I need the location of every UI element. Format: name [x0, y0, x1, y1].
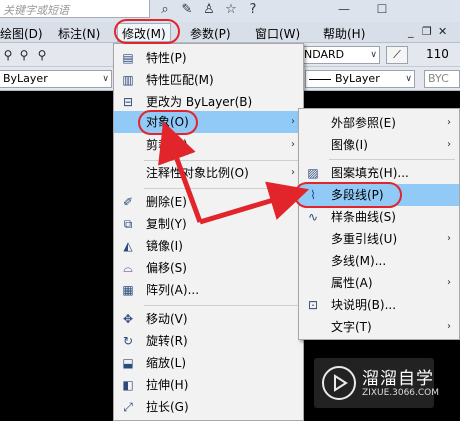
arrow-to-object	[158, 121, 203, 223]
play-logo-icon	[322, 366, 356, 400]
watermark: 溜溜自学 ZIXUE.3066.COM	[314, 358, 439, 408]
arrow-to-polyline	[199, 181, 310, 225]
watermark-url: ZIXUE.3066.COM	[362, 388, 440, 398]
watermark-brand: 溜溜自学	[362, 369, 434, 389]
